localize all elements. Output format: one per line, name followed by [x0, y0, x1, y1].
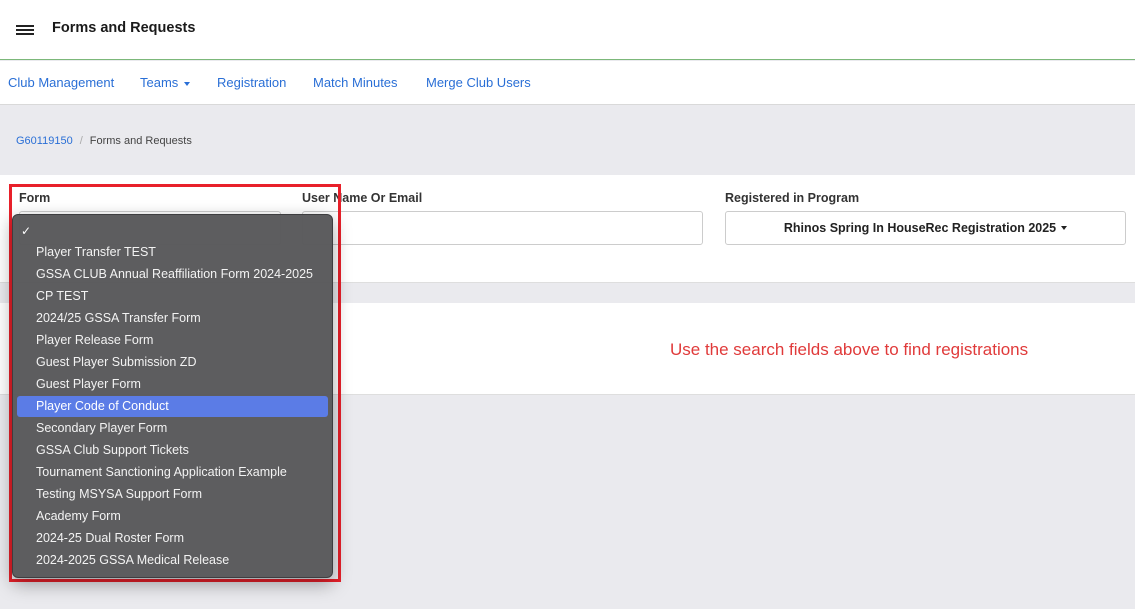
form-option[interactable]: GSSA CLUB Annual Reaffiliation Form 2024… [17, 264, 328, 285]
program-label: Registered in Program [725, 191, 860, 205]
nav-match-minutes[interactable]: Match Minutes [313, 75, 398, 90]
nav-registration[interactable]: Registration [217, 75, 286, 90]
breadcrumb: G60119150 / Forms and Requests [16, 135, 192, 147]
breadcrumb-root-link[interactable]: G60119150 [16, 135, 73, 147]
form-option[interactable]: Secondary Player Form [17, 418, 328, 439]
form-option[interactable]: Guest Player Form [17, 374, 328, 395]
nav-merge-club-users[interactable]: Merge Club Users [426, 75, 531, 90]
caret-down-icon [184, 81, 191, 86]
breadcrumb-current: Forms and Requests [89, 135, 192, 147]
form-option[interactable]: Testing MSYSA Support Form [17, 484, 328, 505]
user-name-or-email-input[interactable] [302, 211, 703, 245]
form-option[interactable]: CP TEST [17, 286, 328, 307]
form-option[interactable]: GSSA Club Support Tickets [17, 440, 328, 461]
nav-bar: Club Management Teams Registration Match… [0, 61, 1135, 105]
breadcrumb-separator: / [79, 135, 83, 147]
form-option[interactable]: 2024-25 Dual Roster Form [17, 528, 328, 549]
program-select-value: Rhinos Spring In HouseRec Registration 2… [783, 221, 1057, 235]
page-title: Forms and Requests [52, 20, 196, 36]
top-bar: Forms and Requests [0, 0, 1135, 60]
form-option[interactable]: 2024-2025 GSSA Medical Release [17, 550, 328, 571]
registered-program-select[interactable]: Rhinos Spring In HouseRec Registration 2… [725, 211, 1126, 245]
form-option[interactable]: Player Code of Conduct [17, 396, 328, 417]
hamburger-menu-icon[interactable] [16, 25, 34, 36]
form-option[interactable]: Player Transfer TEST [17, 242, 328, 263]
empty-results-message: Use the search fields above to find regi… [670, 340, 1029, 359]
form-option[interactable]: 2024/25 GSSA Transfer Form [17, 308, 328, 329]
form-option[interactable]: Guest Player Submission ZD [17, 352, 328, 373]
checkmark-icon: ✓ [21, 224, 32, 238]
form-dropdown-menu: ✓ Player Transfer TEST GSSA CLUB Annual R… [12, 214, 333, 578]
nav-club-management[interactable]: Club Management [8, 75, 114, 90]
form-option[interactable]: Tournament Sanctioning Application Examp… [17, 462, 328, 483]
form-option[interactable]: Player Release Form [17, 330, 328, 351]
form-option[interactable]: Academy Form [17, 506, 328, 527]
nav-teams-label: Teams [140, 75, 179, 90]
nav-teams-dropdown[interactable]: Teams [140, 75, 191, 90]
caret-down-icon [1061, 226, 1068, 230]
